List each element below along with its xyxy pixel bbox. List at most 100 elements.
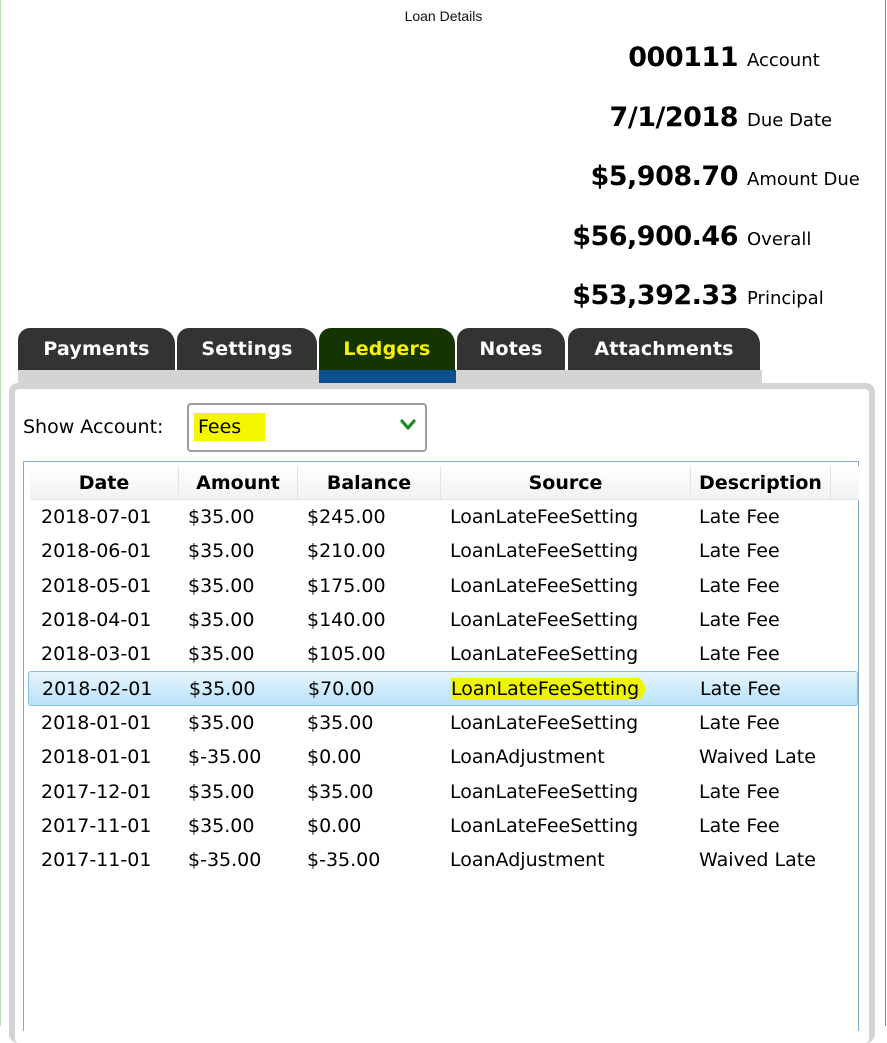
cell-source: LoanLateFeeSetting [450, 643, 639, 666]
cell-balance: $245.00 [307, 506, 386, 529]
overall-value: $56,900.46 [572, 220, 738, 252]
cell-amount: $35.00 [188, 711, 255, 734]
cell-source: LoanLateFeeSetting [450, 711, 639, 734]
cell-description: Late Fee [699, 506, 780, 529]
cell-source: LoanLateFeeSetting [450, 814, 639, 837]
active-tab-indicator [319, 370, 456, 383]
cell-description: Late Fee [699, 574, 780, 597]
table-row[interactable]: 2017-12-01 $35.00 $35.00 LoanLateFeeSetting… [28, 774, 858, 808]
cell-balance: $70.00 [308, 677, 375, 700]
account-select[interactable]: Fees [187, 403, 427, 452]
table-row[interactable]: 2017-11-01 $-35.00 $-35.00 LoanAdjustment Wa… [28, 843, 858, 877]
window-title: Loan Details [404, 8, 483, 24]
cell-amount: $-35.00 [188, 746, 262, 769]
cell-date: 2018-03-01 [41, 643, 152, 666]
table-row[interactable]: 2018-07-01 $35.00 $245.00 LoanLateFeeSettin… [28, 500, 858, 534]
tab-ledgers[interactable]: Ledgers [319, 328, 455, 370]
table-row[interactable]: 2018-01-01 $35.00 $35.00 LoanLateFeeSetting… [28, 706, 858, 740]
cell-source: LoanLateFeeSetting [451, 677, 700, 700]
table-row[interactable]: 2018-05-01 $35.00 $175.00 LoanLateFeeSettin… [28, 569, 858, 603]
table-row-selected[interactable]: 2018-02-01 $35.00 $70.00 LoanLateFeeSetting… [28, 671, 858, 706]
cell-balance: $35.00 [307, 780, 374, 803]
amount-due-label: Amount Due [747, 169, 860, 190]
cell-date: 2018-02-01 [42, 677, 153, 700]
cell-source: LoanAdjustment [450, 849, 605, 872]
cell-description: Late Fee [699, 643, 780, 666]
account-value: 000111 [628, 42, 738, 73]
cell-date: 2018-06-01 [41, 540, 152, 563]
column-header-filler [831, 466, 859, 499]
cell-source: LoanLateFeeSetting [450, 609, 639, 632]
cell-description: Late Fee [699, 780, 780, 803]
due-date-value: 7/1/2018 [609, 101, 739, 133]
chevron-down-icon [400, 419, 416, 430]
cell-balance: $105.00 [307, 643, 386, 666]
highlighted-source: LoanLateFeeSetting [451, 677, 646, 700]
show-account-label: Show Account: [23, 416, 164, 438]
cell-amount: $35.00 [188, 780, 255, 803]
table-row[interactable]: 2017-11-01 $35.00 $0.00 LoanLateFeeSetting L… [28, 809, 858, 843]
summary-amount-due: $5,908.70 Amount Due [572, 161, 867, 221]
cell-balance: $35.00 [307, 711, 374, 734]
grid-header: Date Amount Balance Source Description [30, 466, 859, 500]
cell-description: Late Fee [699, 711, 780, 734]
cell-description: Late Fee [699, 814, 780, 837]
grid-rows: 2018-07-01 $35.00 $245.00 LoanLateFeeSettin… [28, 500, 858, 877]
column-header-source[interactable]: Source [441, 466, 691, 499]
cell-balance: $0.00 [307, 814, 362, 837]
cell-description: Waived Late [699, 849, 816, 872]
cell-date: 2018-04-01 [41, 609, 152, 632]
table-row[interactable]: 2018-03-01 $35.00 $105.00 LoanLateFeeSettin… [28, 637, 858, 671]
cell-source: LoanLateFeeSetting [450, 540, 639, 563]
window-border-right [885, 0, 886, 1026]
account-label: Account [747, 50, 820, 71]
table-row[interactable]: 2018-01-01 $-35.00 $0.00 LoanAdjustment Waiv… [28, 740, 858, 774]
account-select-value: Fees [194, 413, 266, 441]
table-row[interactable]: 2018-04-01 $35.00 $140.00 LoanLateFeeSettin… [28, 603, 858, 637]
principal-value: $53,392.33 [572, 280, 738, 311]
tab-notes[interactable]: Notes [457, 328, 565, 370]
cell-source: LoanLateFeeSetting [450, 780, 639, 803]
cell-date: 2018-01-01 [41, 711, 152, 734]
cell-date: 2018-05-01 [41, 574, 152, 597]
cell-amount: $35.00 [188, 574, 255, 597]
summary-overall: $56,900.46 Overall [572, 221, 867, 281]
column-header-balance[interactable]: Balance [298, 466, 441, 499]
table-row[interactable]: 2018-06-01 $35.00 $210.00 LoanLateFeeSettin… [28, 534, 858, 568]
cell-description: Late Fee [699, 609, 780, 632]
cell-description: Late Fee [699, 540, 780, 563]
column-header-amount[interactable]: Amount [179, 466, 298, 499]
cell-balance: $-35.00 [307, 849, 381, 872]
summary-due-date: 7/1/2018 Due Date [572, 102, 867, 162]
column-header-date[interactable]: Date [30, 466, 179, 499]
cell-amount: $35.00 [188, 540, 255, 563]
cell-amount: $35.00 [188, 506, 255, 529]
cell-balance: $175.00 [307, 574, 386, 597]
loan-summary: 000111 Account 7/1/2018 Due Date $5,908.… [572, 42, 867, 340]
cell-date: 2017-11-01 [41, 814, 152, 837]
tab-attachments[interactable]: Attachments [568, 328, 760, 370]
overall-label: Overall [747, 228, 812, 250]
due-date-label: Due Date [747, 109, 833, 131]
cell-source: LoanLateFeeSetting [450, 574, 639, 597]
tab-payments[interactable]: Payments [18, 328, 175, 370]
cell-date: 2018-01-01 [41, 746, 152, 769]
cell-description: Waived Late [699, 746, 816, 769]
tab-bar: Payments Settings Ledgers Notes Attachme… [18, 328, 762, 383]
cell-amount: $35.00 [188, 814, 255, 837]
cell-amount: $35.00 [188, 609, 255, 632]
cell-balance: $210.00 [307, 540, 386, 563]
cell-description: Late Fee [700, 677, 781, 700]
cell-balance: $140.00 [307, 609, 386, 632]
cell-date: 2017-12-01 [41, 780, 152, 803]
window-border-left [0, 0, 1, 1026]
cell-date: 2018-07-01 [41, 506, 152, 529]
cell-source: LoanAdjustment [450, 746, 605, 769]
tab-settings[interactable]: Settings [177, 328, 317, 370]
ledger-grid: Date Amount Balance Source Description 2… [23, 461, 859, 1031]
cell-source: LoanLateFeeSetting [450, 506, 639, 529]
cell-amount: $35.00 [189, 677, 256, 700]
cell-balance: $0.00 [307, 746, 362, 769]
column-header-description[interactable]: Description [691, 466, 831, 499]
cell-amount: $35.00 [188, 643, 255, 666]
